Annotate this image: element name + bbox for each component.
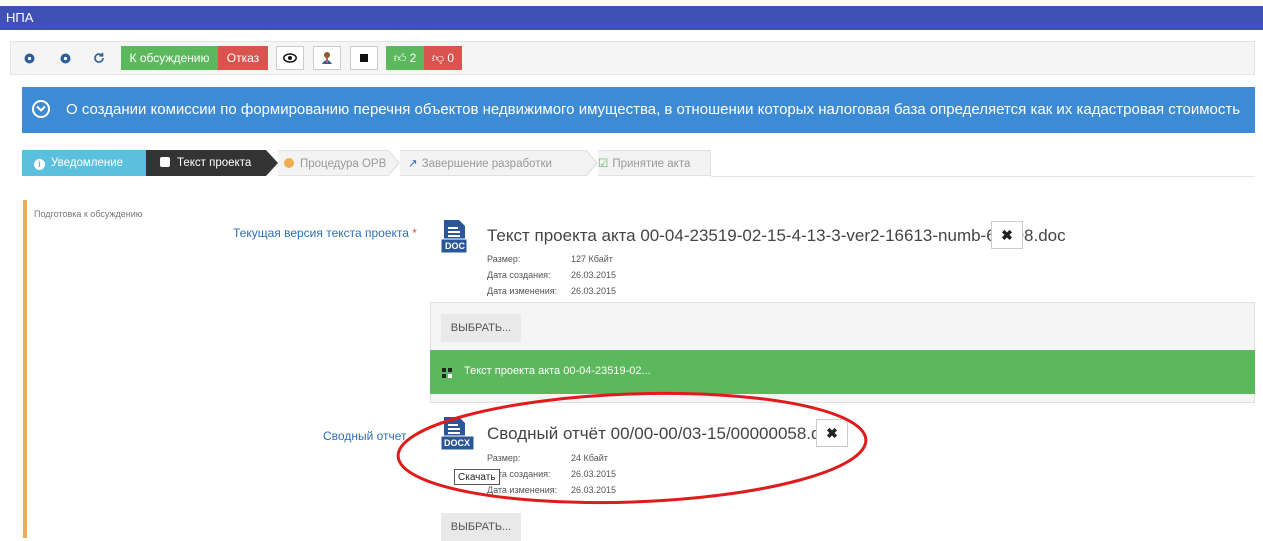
doc-icon-text: DOC (445, 241, 465, 251)
app-title: НПА (6, 10, 34, 25)
required-mark: * (412, 226, 417, 240)
step-project-text[interactable]: Текст проекта (146, 150, 266, 176)
document-title: О создании комиссии по формированию пере… (66, 101, 1241, 118)
step-act-adoption[interactable]: ☑ Принятие акта (598, 150, 711, 176)
step-orv-procedure[interactable]: Процедура ОРВ (278, 150, 388, 176)
eye-icon (283, 53, 297, 63)
check-icon: ☑ (598, 158, 609, 170)
like-button[interactable]: 👍︎ 2 (386, 46, 424, 70)
step-label: Принятие акта (612, 158, 691, 170)
close-icon: ✖ (1001, 226, 1013, 243)
circle-left-icon[interactable] (19, 48, 39, 68)
like-count: 2 (409, 51, 417, 65)
app-header: НПА (0, 6, 1263, 30)
toolbar: К обсуждению Отказ 👍︎ 2 👎︎ 0 (10, 41, 1255, 75)
stop-icon (360, 54, 368, 62)
arrow-icon: ↗ (408, 158, 418, 170)
thumbs-down-icon: 👎︎ (431, 51, 445, 65)
stop-button[interactable] (350, 46, 378, 70)
file-created-label: Дата создания: (487, 270, 551, 280)
step-label: Завершение разработки (421, 158, 552, 170)
section-label: Подготовка к обсуждению (34, 209, 143, 219)
chevron-down-icon[interactable] (32, 100, 50, 118)
file-created: 26.03.2015 (571, 270, 617, 280)
divider (711, 176, 1255, 177)
eye-button[interactable] (276, 46, 304, 70)
doc-file-icon[interactable]: DOC (440, 219, 471, 259)
upload-file-name: Текст проекта акта 00-04-23519-02... (464, 365, 651, 377)
to-discussion-button[interactable]: К обсуждению (121, 46, 218, 70)
choose-report-button[interactable]: ВЫБРАТЬ... (441, 513, 521, 541)
document-title-banner[interactable]: О создании комиссии по формированию пере… (22, 87, 1255, 133)
file-name-link[interactable]: Текст проекта акта 00-04-23519-02-15-4-1… (487, 226, 1066, 246)
circle-right-icon[interactable] (55, 48, 75, 68)
step-development-completion[interactable]: ↗ Завершение разработки (400, 150, 586, 176)
file-size: 127 Кбайт (571, 254, 613, 264)
user-button[interactable] (313, 46, 341, 70)
step-label: Текст проекта (177, 157, 252, 169)
file-size-label: Размер: (487, 254, 521, 264)
clock-icon (284, 158, 294, 168)
file-modified-label: Дата изменения: (487, 286, 558, 296)
field-label-text: Текущая версия текста проекта (233, 226, 409, 240)
thumbs-up-icon: 👍︎ (393, 51, 407, 65)
dislike-button[interactable]: 👎︎ 0 (424, 46, 462, 70)
reject-button[interactable]: Отказ (218, 46, 268, 70)
info-icon: i (34, 159, 45, 170)
file-modified: 26.03.2015 (571, 286, 617, 296)
file-icon (442, 365, 452, 383)
step-label: Процедура ОРВ (300, 158, 387, 170)
choose-file-button[interactable]: ВЫБРАТЬ... (441, 314, 521, 342)
checkbox-icon (160, 157, 170, 167)
dislike-count: 0 (447, 51, 455, 65)
step-label: Уведомление (51, 157, 124, 169)
refresh-icon[interactable] (89, 48, 109, 68)
highlight-ellipse (396, 391, 868, 505)
text-version-label: Текущая версия текста проекта * (233, 226, 417, 240)
user-icon (322, 52, 332, 64)
delete-file-button[interactable]: ✖ (991, 221, 1023, 249)
step-notification[interactable]: i Уведомление (22, 150, 146, 176)
